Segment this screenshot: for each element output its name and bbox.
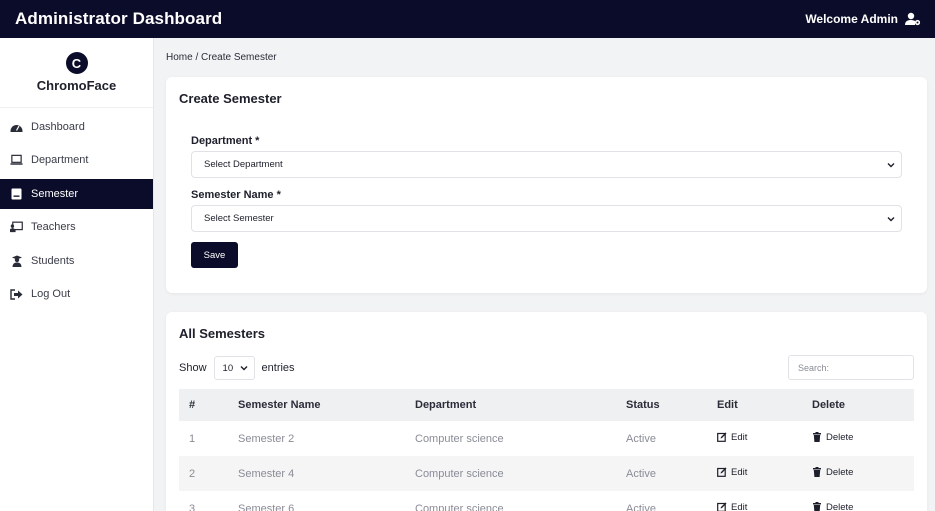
student-icon [10,254,23,267]
sidebar-item-label: Students [31,254,75,267]
column-header-semester-name[interactable]: Semester Name [238,389,415,421]
sidebar-item-students[interactable]: Students [0,246,153,276]
all-semesters-card: All Semesters Show 10 entries Search: # … [166,312,927,511]
search-input[interactable]: Search: [788,355,914,380]
trash-icon [813,432,821,443]
column-header-edit[interactable]: Edit [717,389,812,421]
page-header-title: Administrator Dashboard [15,9,223,28]
dashboard-icon [10,120,23,133]
sidebar-nav: Dashboard Department Semester Teachers S… [0,112,153,310]
create-semester-title: Create Semester [179,91,282,106]
row-semester-name: Semester 2 [238,432,295,445]
edit-label: Edit [731,431,748,443]
semester-name-label: Semester Name * [191,189,281,201]
edit-icon [717,467,727,478]
column-header-number[interactable]: # [179,389,238,421]
show-label: Show [179,362,207,374]
sidebar-item-department[interactable]: Department [0,145,153,175]
row-number: 3 [189,502,196,511]
chalkboard-icon [10,221,23,234]
column-header-status[interactable]: Status [626,389,717,421]
breadcrumb-home-link[interactable]: Home [166,52,193,63]
logout-icon [10,288,23,301]
semester-select-value: Select Semester [204,213,274,224]
column-header-department[interactable]: Department [415,389,626,421]
sidebar: C ChromoFace Dashboard Department Semest… [0,38,154,511]
edit-label: Edit [731,501,748,511]
delete-label: Delete [826,431,854,443]
top-bar: Administrator Dashboard Welcome Admin [0,0,935,38]
breadcrumb: Home / Create Semester [166,52,277,63]
delete-button[interactable]: Delete [812,502,853,511]
chevron-down-icon [887,217,895,222]
brand-name: ChromoFace [36,78,117,93]
create-semester-card: Create Semester Department * Select Depa… [166,77,927,293]
delete-button[interactable]: Delete [812,432,853,443]
edit-button[interactable]: Edit [717,432,747,443]
sidebar-item-dashboard[interactable]: Dashboard [0,112,153,142]
department-select-value: Select Department [204,159,283,170]
row-status: Active [626,456,717,491]
sidebar-item-semester[interactable]: Semester [0,178,153,209]
chevron-down-icon [887,163,895,168]
row-number: 1 [189,432,196,445]
row-department: Computer science [415,432,504,445]
row-status: Active [626,502,656,511]
department-label: Department * [191,135,260,147]
row-semester-name: Semester 4 [238,456,415,491]
sidebar-item-teachers[interactable]: Teachers [0,212,153,242]
brand-logo: C [65,52,88,74]
semester-name-select[interactable]: Select Semester [191,205,902,232]
chevron-down-icon [240,366,248,371]
sidebar-item-label: Department [31,154,89,166]
edit-button[interactable]: Edit [717,502,747,511]
user-settings-icon [905,12,921,26]
user-menu[interactable]: Welcome Admin [805,12,921,26]
sidebar-item-label: Semester [31,187,79,200]
save-button[interactable]: Save [191,242,238,268]
row-semester-name: Semester 6 [238,502,295,511]
all-semesters-title: All Semesters [179,326,265,341]
entries-label: entries [261,362,295,374]
trash-icon [813,502,821,511]
edit-label: Edit [731,466,748,478]
column-header-delete[interactable]: Delete [812,389,914,421]
edit-icon [717,432,727,443]
table-row: 2 Semester 4 Computer science Active Edi… [179,456,914,491]
delete-label: Delete [826,501,854,511]
page-length-value: 10 [222,362,234,374]
row-number: 2 [179,456,238,491]
row-department: Computer science [415,456,626,491]
book-icon [10,187,23,200]
page-length-select[interactable]: 10 [213,356,255,380]
semesters-table: # Semester Name Department Status Edit D… [179,389,914,511]
brand[interactable]: C ChromoFace [0,38,153,108]
breadcrumb-separator: / [195,52,199,63]
edit-button[interactable]: Edit [717,467,747,478]
row-status: Active [626,432,656,445]
breadcrumb-current: Create Semester [201,52,277,63]
edit-icon [717,502,727,511]
sidebar-item-label: Log Out [31,288,71,300]
sidebar-item-logout[interactable]: Log Out [0,279,153,309]
delete-label: Delete [826,466,854,478]
entries-length-control: Show 10 entries [179,356,295,380]
search-placeholder: Search: [798,362,830,373]
laptop-icon [10,154,23,167]
delete-button[interactable]: Delete [812,467,853,478]
table-header-row: # Semester Name Department Status Edit D… [179,389,914,421]
trash-icon [813,467,821,478]
sidebar-item-label: Dashboard [31,120,85,133]
table-row: 1 Semester 2 Computer science Active Edi… [179,421,914,456]
department-select[interactable]: Select Department [191,151,902,178]
row-department: Computer science [415,502,504,511]
table-row: 3 Semester 6 Computer science Active Edi… [179,491,914,511]
sidebar-item-label: Teachers [31,221,76,233]
welcome-text: Welcome Admin [805,12,898,26]
